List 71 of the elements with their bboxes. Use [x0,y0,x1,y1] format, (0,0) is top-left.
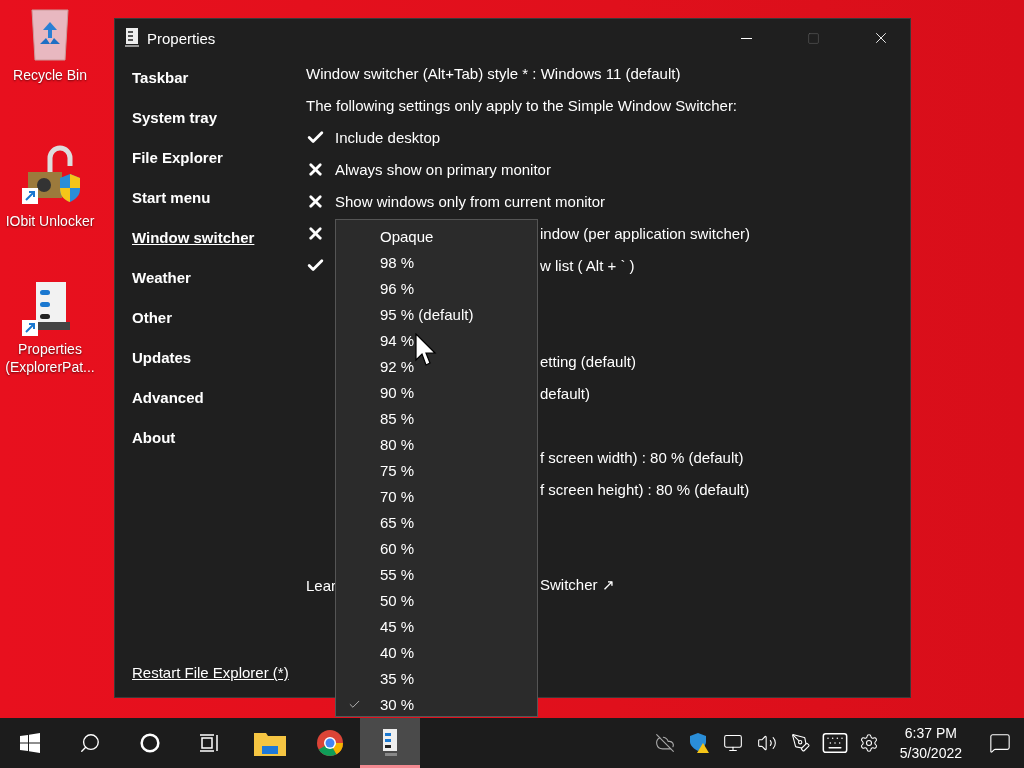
windows-logo-icon [20,733,40,753]
task-view-icon [199,733,221,753]
search-icon [79,732,101,754]
sidebar-item[interactable]: Advanced [132,377,204,417]
desktop-shortcut[interactable]: IObit Unlocker [0,144,100,264]
sidebar-item[interactable]: Start menu [132,177,211,217]
minimize-icon [741,37,752,39]
setting-option[interactable]: default) [540,384,591,402]
setting-label: indow (per application switcher) [540,224,751,242]
menu-item[interactable]: 80 % [380,435,415,453]
restart-link[interactable]: Restart File Explorer (*) [132,664,289,681]
setting-text: The following settings only apply to the Simple Window Switcher: [306,96,738,114]
menu-item[interactable]: 90 % [380,383,415,401]
setting-option[interactable]: etting (default) [540,352,636,370]
settings-icon [858,733,879,753]
setting-label: Show windows only from current monitor [335,192,606,210]
menu-item[interactable]: 85 % [380,409,415,427]
learn-more-link[interactable]: Lear [306,576,337,594]
sidebar-item[interactable]: Updates [132,337,192,377]
menu-item[interactable]: 92 % [380,357,415,375]
circle-icon [140,733,160,753]
pen-icon [790,733,811,753]
menu-item[interactable]: 45 % [380,617,415,635]
menu-item[interactable]: 50 % [380,591,415,609]
setting-label: w list ( Alt + ` ) [540,256,635,274]
sidebar-item[interactable]: Other [132,297,172,337]
setting-option[interactable]: f screen height) : 80 % (default) [540,480,750,498]
shortcut-label: IObit Unlocker [4,212,96,230]
menu-item[interactable]: 35 % [380,669,415,687]
sidebar-item[interactable]: System tray [132,97,218,137]
desktop-shortcut[interactable]: Properties (ExplorerPat... [0,280,100,400]
sidebar-item[interactable]: Weather [132,257,191,297]
mouse-pointer-icon [415,333,437,367]
shortcut-label: Recycle Bin [12,66,88,84]
speaker-icon [756,733,777,753]
menu-item[interactable]: 96 % [380,279,415,297]
window-title: Properties [147,29,217,47]
sidebar-item[interactable]: About [132,417,176,457]
shield-warning-icon [687,732,710,754]
recycle-bin-icon [28,8,72,62]
menu-item[interactable]: 65 % [380,513,415,531]
menu-item[interactable]: Opaque [380,227,434,245]
learn-more-link[interactable]: Switcher ↗ [540,576,615,594]
shortcut-label: Properties (ExplorerPat... [4,340,96,376]
setting-label: Include desktop [335,128,441,146]
menu-item[interactable]: 94 % [380,331,415,349]
sidebar-item[interactable]: Window switcher [132,217,255,257]
settings-sheet-icon [381,729,399,757]
cloud-off-icon [654,733,675,753]
setting-label: Always show on primary monitor [335,160,551,178]
menu-item[interactable]: 70 % [380,487,415,505]
menu-item[interactable]: 30 % [380,695,415,713]
menu-item[interactable]: 75 % [380,461,415,479]
setting-option[interactable]: f screen width) : 80 % (default) [540,448,744,466]
network-monitor-icon [722,733,743,753]
clock[interactable]: 6:37 PM 5/30/2022 [885,723,976,763]
notification-icon [989,732,1011,754]
folder-icon [254,730,286,756]
maximize-icon [807,31,820,45]
app-icon [125,28,139,48]
browser-logo-icon [316,729,344,757]
menu-item[interactable]: 60 % [380,539,415,557]
sidebar-item[interactable]: Taskbar [132,57,189,97]
desktop-shortcut[interactable]: Recycle Bin [0,8,100,128]
taskbar-button[interactable] [360,718,420,768]
menu-item[interactable]: 95 % (default) [380,305,474,323]
menu-item[interactable]: 55 % [380,565,415,583]
menu-item[interactable]: 40 % [380,643,415,661]
menu-item[interactable]: 98 % [380,253,415,271]
sidebar-item[interactable]: File Explorer [132,137,223,177]
setting-text: Window switcher (Alt+Tab) style * : Windows 11 (default) [306,64,681,82]
